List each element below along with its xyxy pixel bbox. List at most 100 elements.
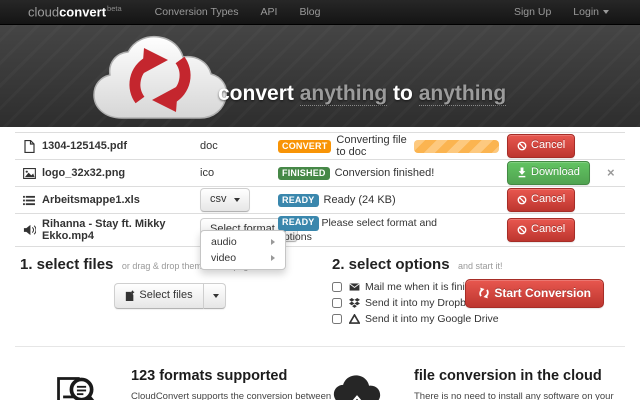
- cancel-button[interactable]: Cancel: [507, 188, 576, 212]
- feature-paragraph: There is no need to install any software…: [414, 391, 632, 400]
- ban-icon: [517, 141, 527, 150]
- menu-item-video[interactable]: video: [201, 250, 285, 266]
- start-hint: and start it!: [458, 261, 503, 272]
- select-files-label: Select files: [139, 289, 193, 302]
- file-name: Rihanna - Stay ft. Mikky Ekko.mp4: [42, 218, 166, 243]
- chevron-down-icon: [233, 197, 240, 202]
- nav-right: Sign Up Login: [503, 6, 620, 18]
- status-cell: READY Please select format and options: [278, 214, 507, 246]
- hero-word-to: to: [393, 82, 413, 105]
- cancel-label: Cancel: [531, 193, 566, 206]
- action-cell: Cancel: [507, 188, 607, 212]
- hero-word-anything-2: anything: [418, 82, 507, 106]
- nav-login-label: Login: [573, 6, 599, 18]
- select-files-split-button: Select files: [114, 283, 226, 309]
- ban-icon: [517, 225, 527, 235]
- status-cell: CONVERT Converting file to doc: [278, 134, 507, 158]
- hero-word-anything-1: anything: [299, 82, 388, 106]
- chevron-down-icon: [212, 293, 219, 298]
- dismiss-cell: ×: [607, 166, 625, 180]
- nav-signup[interactable]: Sign Up: [503, 6, 562, 18]
- start-conversion-label: Start Conversion: [494, 286, 591, 301]
- file-row-png: logo_32x32.png ico FINISHED Conversion f…: [15, 160, 625, 187]
- cloudconvert-page: cloudconvertbeta Conversion Types API Bl…: [0, 0, 640, 400]
- action-cell: Cancel: [507, 218, 607, 242]
- ban-icon: [517, 195, 527, 204]
- nav-links: Conversion Types API Blog: [144, 6, 332, 18]
- file-row-pdf: 1304-125145.pdf doc CONVERT Converting f…: [15, 133, 625, 160]
- brand-logo[interactable]: cloudconvertbeta: [28, 4, 122, 19]
- select-files-more-button[interactable]: [203, 283, 226, 309]
- target-format: doc: [200, 140, 218, 152]
- select-files-button[interactable]: Select files: [114, 283, 204, 309]
- file-row-xls: Arbeitsmappe1.xls csv READY Ready (24 KB…: [15, 187, 625, 214]
- hero-banner: convert anything to anything: [0, 25, 640, 127]
- nav-conversion-types[interactable]: Conversion Types: [144, 6, 250, 18]
- cancel-label: Cancel: [531, 223, 566, 236]
- google-drive-icon: [348, 314, 361, 325]
- status-badge: FINISHED: [278, 166, 330, 180]
- status-text: Ready (24 KB): [323, 194, 396, 206]
- file-name: 1304-125145.pdf: [42, 140, 127, 152]
- close-icon[interactable]: ×: [607, 165, 615, 180]
- chevron-right-icon: [271, 255, 275, 261]
- file-name-cell: Arbeitsmappe1.xls: [15, 194, 200, 206]
- menu-item-label: audio: [211, 236, 237, 248]
- google-drive-checkbox[interactable]: [332, 314, 342, 325]
- status-badge: CONVERT: [278, 139, 332, 153]
- audio-file-icon: [22, 224, 36, 236]
- envelope-icon: [348, 283, 361, 291]
- format-cell: csv: [200, 188, 278, 212]
- progress-bar: [414, 139, 499, 153]
- beta-badge: beta: [107, 4, 122, 14]
- dropbox-checkbox[interactable]: [332, 298, 342, 309]
- features-row: 123 formats supported CloudConvert suppo…: [0, 347, 640, 400]
- format-dropdown-menu: audio video: [200, 230, 286, 270]
- spreadsheet-file-icon: [22, 195, 36, 206]
- format-label: csv: [210, 193, 227, 206]
- status-cell: FINISHED Conversion finished!: [278, 166, 507, 180]
- select-options-section: 2. select options and start it! Mail me …: [320, 256, 620, 329]
- file-table: 1304-125145.pdf doc CONVERT Converting f…: [15, 132, 625, 248]
- feature-heading: file conversion in the cloud: [414, 368, 602, 385]
- nav-api[interactable]: API: [250, 6, 289, 18]
- option-google-drive: Send it into my Google Drive: [332, 313, 620, 325]
- menu-item-audio[interactable]: audio: [201, 234, 285, 250]
- steps-row: 1. select files or drag & drop them on t…: [0, 247, 640, 329]
- nav-blog[interactable]: Blog: [288, 6, 331, 18]
- select-options-heading: 2. select options: [332, 256, 450, 274]
- feature-line: CloudConvert supports the conversion bet…: [131, 391, 332, 400]
- cancel-button[interactable]: Cancel: [507, 134, 576, 158]
- option-label: Send it into my Google Drive: [365, 313, 499, 326]
- option-label: Send it into my Dropbox: [365, 297, 478, 310]
- action-cell: Download: [507, 161, 607, 185]
- download-button[interactable]: Download: [507, 161, 590, 185]
- document-file-icon: [22, 139, 36, 153]
- brand-cloud: cloud: [28, 4, 60, 20]
- action-cell: Cancel: [507, 134, 607, 158]
- cancel-button[interactable]: Cancel: [507, 218, 576, 242]
- feature-heading: 123 formats supported: [131, 368, 288, 385]
- status-text: Conversion finished!: [334, 167, 435, 179]
- cancel-label: Cancel: [531, 139, 566, 152]
- feature-paragraph: CloudConvert supports the conversion bet…: [131, 391, 349, 400]
- status-text: Converting file to doc: [336, 134, 407, 158]
- nav-login[interactable]: Login: [562, 6, 620, 18]
- chevron-down-icon: [603, 10, 609, 14]
- download-label: Download: [531, 166, 580, 179]
- start-conversion-button[interactable]: Start Conversion: [465, 279, 604, 309]
- top-navbar: cloudconvertbeta Conversion Types API Bl…: [0, 0, 640, 25]
- format-dropdown-csv[interactable]: csv: [200, 188, 250, 212]
- brand-convert: convert: [59, 4, 107, 20]
- refresh-icon: [479, 288, 490, 299]
- hero-word-convert: convert: [218, 82, 294, 105]
- file-name-cell: 1304-125145.pdf: [15, 139, 200, 153]
- file-name: logo_32x32.png: [42, 167, 126, 179]
- document-search-icon: [53, 370, 99, 400]
- status-badge: READY: [278, 216, 319, 231]
- feature-cloud: file conversion in the cloud There is no…: [320, 360, 620, 400]
- cloud-upload-icon: [332, 370, 382, 400]
- chevron-right-icon: [271, 239, 275, 245]
- status-cell: READY Ready (24 KB): [278, 193, 507, 207]
- mail-checkbox[interactable]: [332, 282, 342, 293]
